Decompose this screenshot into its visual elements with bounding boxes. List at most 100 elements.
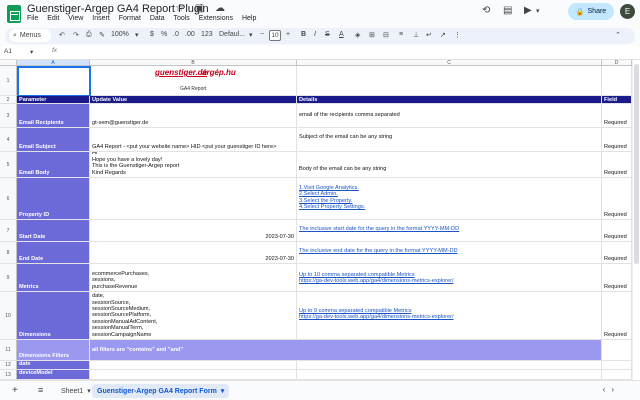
sheet-nav-icons[interactable]: ‹› [603, 385, 620, 394]
vertical-scrollbar[interactable] [632, 60, 640, 380]
increase-font-icon[interactable]: + [286, 31, 290, 38]
increase-decimal-button[interactable]: .00 [185, 31, 195, 38]
menu-help[interactable]: Help [242, 15, 256, 22]
table-row-type[interactable]: Required [602, 264, 632, 292]
table-row-details[interactable]: Up to 9 comma separated compatible Metri… [297, 292, 602, 340]
menu-view[interactable]: View [68, 15, 83, 22]
cell-c1[interactable] [297, 66, 602, 96]
chevron-down-icon[interactable]: ▾ [30, 48, 33, 56]
cell-a1[interactable] [17, 66, 90, 96]
number-format-button[interactable]: 123 [201, 31, 213, 38]
align-horizontal-icon[interactable]: ≡ [399, 31, 403, 38]
row-header-7[interactable]: 7 [0, 220, 17, 242]
header-parameter[interactable]: Parameter [17, 96, 90, 104]
decrease-font-icon[interactable]: − [260, 31, 264, 38]
table-row-value[interactable]: 2023-07-30 [90, 220, 297, 242]
decrease-decimal-button[interactable]: .0 [173, 31, 179, 38]
table-row-param[interactable]: Metrics [17, 264, 90, 292]
row-header-11[interactable]: 11 [0, 340, 17, 361]
table-row-details[interactable]: Up to 10 comma separated compatible Metr… [297, 264, 602, 292]
scrollbar-thumb[interactable] [634, 64, 639, 264]
table-row-value[interactable]: HI Hope you have a lovely day! This is t… [90, 152, 297, 178]
table-row-type[interactable]: Required [602, 242, 632, 264]
chevron-down-icon[interactable]: ▾ [135, 31, 139, 39]
header-details[interactable]: Details [297, 96, 602, 104]
table-row-value[interactable]: gt-sem@guenstiger.de [90, 104, 297, 128]
table-row-type[interactable]: Required [602, 104, 632, 128]
tab-report-form[interactable]: Guenstiger-Argep GA4 Report Form ▾ [92, 384, 230, 398]
chevron-down-icon[interactable]: ▾ [221, 387, 225, 395]
filter-row-type[interactable] [602, 370, 632, 380]
menu-extensions[interactable]: Extensions [199, 15, 233, 22]
table-row-details[interactable]: 1.Visit Google Analytics. 2.Select Admin… [297, 178, 602, 220]
dimension-filters-label[interactable]: Dimensions Filters [17, 340, 90, 361]
meet-icon[interactable]: ▶ [524, 5, 532, 16]
row-header-3[interactable]: 3 [0, 104, 17, 128]
font-size-input[interactable]: 10 [269, 30, 281, 41]
title-actions-icons[interactable]: ☆ ▣ ☁ [175, 3, 229, 14]
zoom-select[interactable]: 100% [111, 31, 129, 38]
menu-insert[interactable]: Insert [92, 15, 110, 22]
table-row-value[interactable] [90, 178, 297, 220]
cell-d1[interactable] [602, 66, 632, 96]
filter-row-details[interactable] [297, 361, 602, 370]
text-color-icon[interactable]: A [339, 31, 344, 38]
font-select[interactable]: Defaul... [219, 31, 245, 38]
bold-icon[interactable]: B [301, 31, 306, 38]
filter-row-value[interactable] [90, 370, 297, 380]
table-row-param[interactable]: Start Date [17, 220, 90, 242]
align-vertical-icon[interactable]: ⊥ [413, 31, 419, 39]
percent-format-button[interactable]: % [161, 31, 167, 38]
chevron-down-icon[interactable]: ▾ [249, 31, 253, 39]
row-header-9[interactable]: 9 [0, 264, 17, 292]
strikethrough-icon[interactable]: S [325, 31, 330, 38]
chevron-down-icon[interactable]: ▾ [536, 7, 540, 15]
table-row-details[interactable]: The inclusive end date for the query in … [297, 242, 602, 264]
table-row-details[interactable]: Subject of the email can be any string [297, 128, 602, 152]
text-wrap-icon[interactable]: ↵ [426, 31, 432, 39]
table-row-value[interactable]: ecommercePurchases, sessions, purchaseRe… [90, 264, 297, 292]
all-sheets-icon[interactable]: ≡ [38, 385, 43, 395]
dimension-filters-note[interactable]: all filters are "contains" and "and" [90, 340, 602, 361]
filter-row-param[interactable]: date [17, 361, 90, 370]
text-rotation-icon[interactable]: ↗ [440, 31, 446, 39]
table-row-value[interactable]: date, sessionSource, sessionSourceMedium… [90, 292, 297, 340]
row-header-8[interactable]: 8 [0, 242, 17, 264]
filter-row-type[interactable] [602, 361, 632, 370]
paint-format-icon[interactable]: ✎ [99, 31, 105, 39]
menu-edit[interactable]: Edit [47, 15, 59, 22]
table-row-param[interactable]: Dimensions [17, 292, 90, 340]
currency-format-button[interactable]: $ [150, 31, 154, 38]
table-row-type[interactable]: Required [602, 128, 632, 152]
row-header-12[interactable]: 12 [0, 361, 17, 370]
table-row-value[interactable]: 2023-07-30 [90, 242, 297, 264]
comment-icon[interactable]: ▤ [503, 5, 512, 16]
borders-icon[interactable]: ⊞ [369, 31, 375, 39]
menus-search-button[interactable]: ⌕ Menus [9, 29, 51, 42]
history-icon[interactable]: ⟲ [482, 5, 490, 16]
header-field-type[interactable]: Field Type [602, 96, 632, 104]
table-row-param[interactable]: Email Recipients [17, 104, 90, 128]
table-row-details[interactable]: Body of the email can be any string [297, 152, 602, 178]
row-header-10[interactable]: 10 [0, 292, 17, 340]
menu-data[interactable]: Data [150, 15, 165, 22]
table-row-type[interactable]: Required [602, 220, 632, 242]
row-header-1[interactable]: 1 [0, 66, 17, 96]
sheets-logo-icon[interactable] [7, 5, 21, 23]
row-header-13[interactable]: 13 [0, 370, 17, 380]
table-row-type[interactable]: Required [602, 152, 632, 178]
filter-row-param[interactable]: deviceModel [17, 370, 90, 380]
filter-row-value[interactable] [90, 361, 297, 370]
row-header-5[interactable]: 5 [0, 152, 17, 178]
add-sheet-icon[interactable]: + [12, 385, 18, 396]
row-header-2[interactable]: 2 [0, 96, 17, 104]
chevron-down-icon[interactable]: ▾ [87, 387, 91, 395]
fill-color-icon[interactable]: ◈ [355, 31, 360, 39]
undo-icon[interactable]: ↶ [59, 31, 65, 39]
row-header-6[interactable]: 6 [0, 178, 17, 220]
menu-file[interactable]: File [27, 15, 38, 22]
table-row-value[interactable]: GA4 Report - <put your website name> HID… [90, 128, 297, 152]
more-icon[interactable]: ⋮ [454, 31, 461, 39]
cell-d11[interactable] [602, 340, 632, 361]
name-box[interactable]: A1 [4, 48, 12, 55]
